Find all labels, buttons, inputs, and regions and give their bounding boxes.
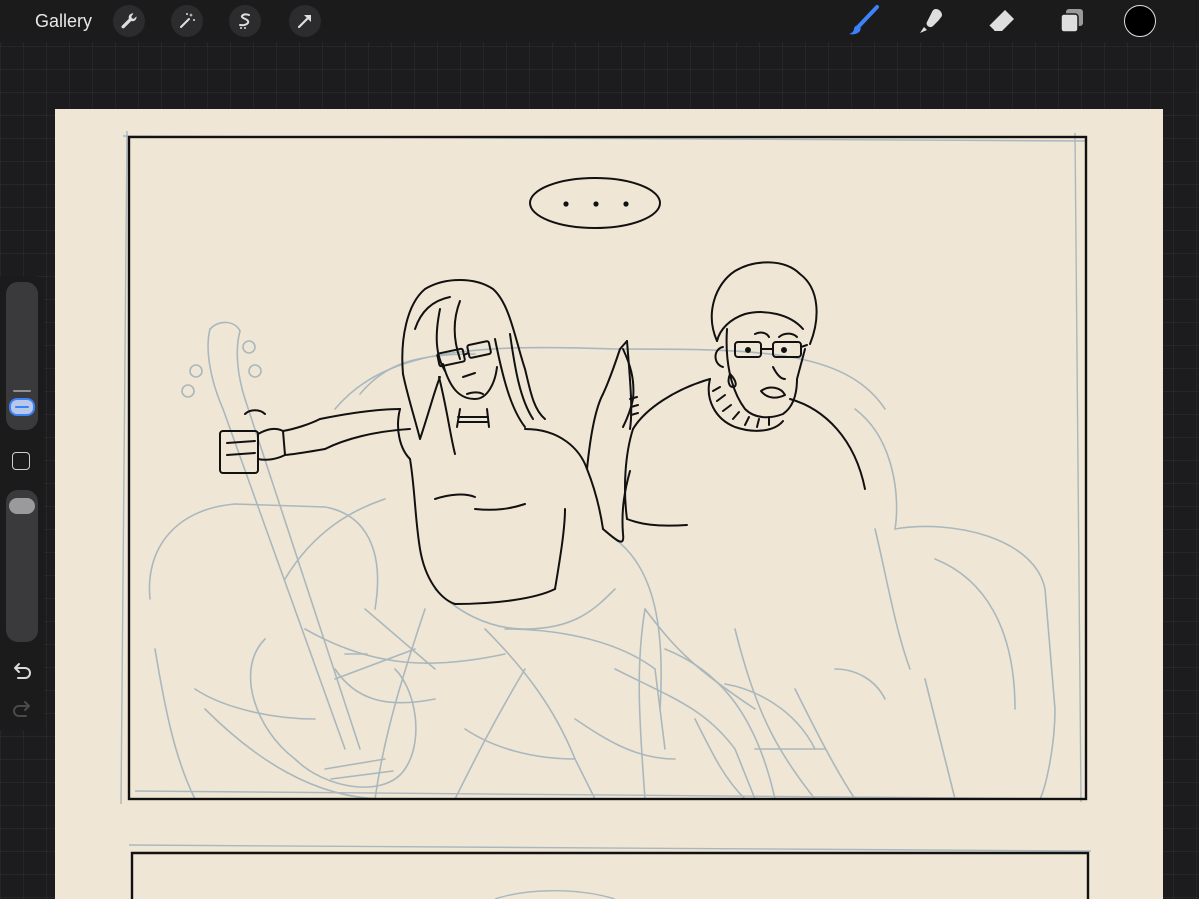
brush-icon — [849, 5, 879, 35]
selection-button[interactable] — [229, 5, 261, 37]
layers-icon — [1060, 9, 1083, 33]
brush-tool-button[interactable] — [847, 4, 881, 38]
brush-size-thumb[interactable] — [9, 398, 35, 416]
sketch-panel-guides — [120, 130, 1092, 852]
undo-arrow-icon — [14, 663, 31, 679]
left-sidebar — [0, 276, 44, 730]
undo-button[interactable] — [10, 662, 34, 682]
smudge-icon — [920, 9, 942, 33]
panel-border-2 — [130, 851, 1090, 899]
actions-button[interactable] — [113, 5, 145, 37]
redo-arrow-icon — [13, 701, 30, 717]
opacity-slider[interactable] — [6, 490, 38, 642]
character-long-hair — [219, 279, 639, 605]
panel-border — [127, 135, 1088, 801]
layers-button[interactable] — [1055, 4, 1089, 38]
sketch-legs — [374, 588, 776, 800]
smudge-tool-button[interactable] — [915, 4, 949, 38]
adjustments-button[interactable] — [171, 5, 203, 37]
top-toolbar: Gallery — [0, 0, 1199, 42]
transform-arrow-icon — [297, 15, 311, 29]
gallery-button[interactable]: Gallery — [35, 10, 92, 32]
comic-artwork — [120, 130, 1092, 899]
sketch-guitar — [181, 321, 417, 788]
canvas-page[interactable] — [55, 109, 1163, 899]
selection-s-icon — [239, 13, 250, 29]
color-swatch[interactable] — [1124, 5, 1156, 37]
brush-size-slider[interactable] — [6, 282, 38, 430]
sketch-couch — [148, 346, 1056, 800]
modify-button[interactable] — [12, 452, 30, 470]
eraser-tool-button[interactable] — [985, 4, 1019, 38]
character-curly-hair — [624, 261, 866, 527]
eraser-icon — [988, 10, 1014, 32]
opacity-thumb[interactable] — [9, 498, 35, 514]
redo-button[interactable] — [10, 700, 34, 720]
speech-bubble — [529, 177, 661, 229]
transform-button[interactable] — [289, 5, 321, 37]
wrench-icon — [121, 13, 137, 29]
magic-wand-icon — [180, 13, 195, 28]
